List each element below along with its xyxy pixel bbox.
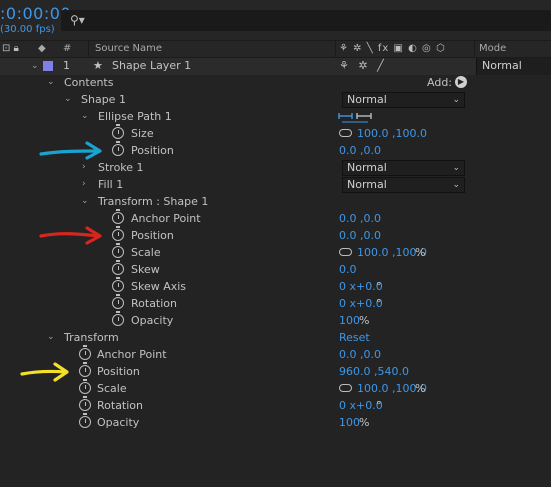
- cyan-arrow: [39, 141, 102, 160]
- yellow-arrow: [20, 362, 69, 382]
- red-arrow: [39, 226, 102, 245]
- annotation-arrows: [20, 141, 102, 382]
